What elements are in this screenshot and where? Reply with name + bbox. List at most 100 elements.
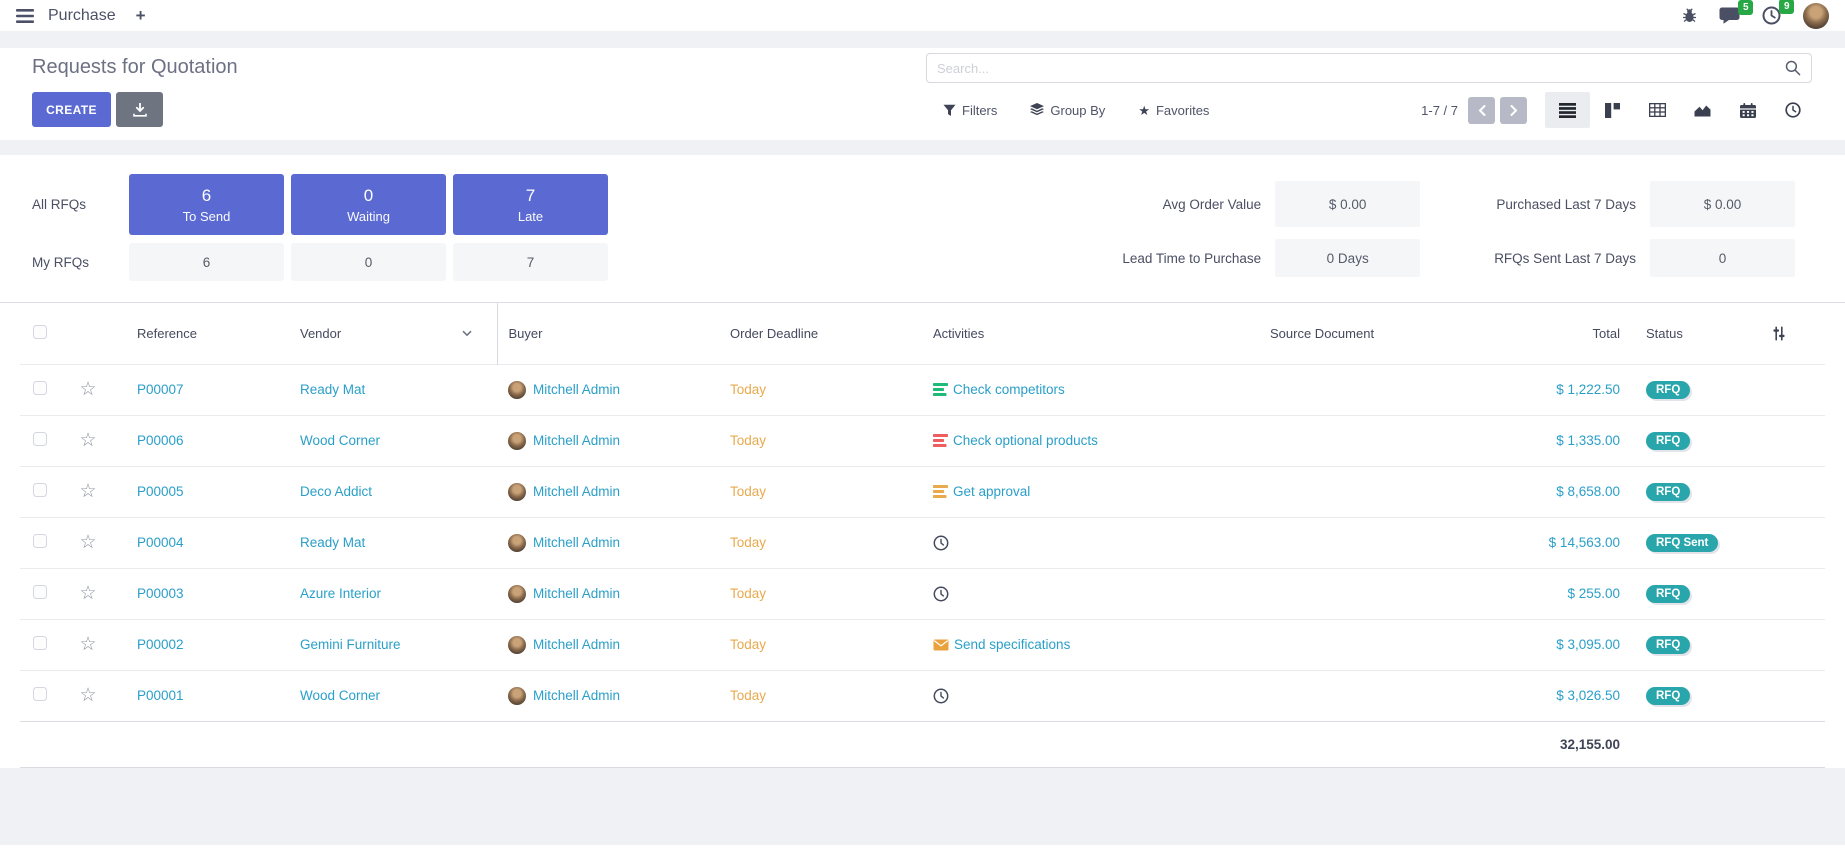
pager-next-button[interactable] [1500, 97, 1527, 124]
row-checkbox[interactable] [33, 483, 47, 497]
row-checkbox[interactable] [33, 636, 47, 650]
table-row[interactable]: ☆ P00004 Ready Mat Mitchell Admin Today … [20, 517, 1825, 568]
pivot-view-button[interactable] [1635, 92, 1680, 128]
select-all-checkbox[interactable] [33, 325, 47, 339]
table-row[interactable]: ☆ P00005 Deco Addict Mitchell Admin Toda… [20, 466, 1825, 517]
row-checkbox[interactable] [33, 687, 47, 701]
export-button[interactable] [116, 92, 163, 127]
favorites-menu[interactable]: ★ Favorites [1138, 103, 1209, 118]
table-row[interactable]: ☆ P00001 Wood Corner Mitchell Admin Toda… [20, 670, 1825, 721]
cell-vendor[interactable]: Gemini Furniture [290, 619, 497, 670]
header-order-deadline[interactable]: Order Deadline [720, 303, 925, 364]
cell-activity[interactable]: Get approval [953, 484, 1030, 499]
cell-total[interactable]: $ 14,563.00 [1470, 517, 1632, 568]
my-rfqs-filter[interactable]: My RFQs [32, 255, 129, 270]
favorite-star-icon[interactable]: ☆ [79, 532, 96, 553]
cell-vendor[interactable]: Azure Interior [290, 568, 497, 619]
cell-activity[interactable]: Check optional products [953, 433, 1098, 448]
calendar-view-button[interactable] [1725, 92, 1770, 128]
activity-view-button[interactable] [1770, 92, 1815, 128]
cell-vendor[interactable]: Wood Corner [290, 415, 497, 466]
list-view-button[interactable] [1545, 92, 1590, 128]
search-icon[interactable] [1785, 60, 1801, 76]
cell-vendor[interactable]: Deco Addict [290, 466, 497, 517]
messages-icon[interactable]: 5 [1719, 7, 1740, 24]
create-button[interactable]: CREATE [32, 92, 111, 127]
cell-buyer[interactable]: Mitchell Admin [533, 382, 620, 397]
cell-total[interactable]: $ 1,222.50 [1470, 364, 1632, 415]
cell-buyer[interactable]: Mitchell Admin [533, 586, 620, 601]
cell-total[interactable]: $ 3,026.50 [1470, 670, 1632, 721]
cell-order-deadline[interactable]: Today [720, 466, 925, 517]
kanban-view-button[interactable] [1590, 92, 1635, 128]
cell-activity[interactable]: Send specifications [954, 637, 1070, 652]
schedule-activity-clock-icon[interactable] [933, 535, 949, 551]
activities-clock-icon[interactable]: 9 [1762, 6, 1781, 25]
my-waiting-count[interactable]: 0 [291, 243, 446, 281]
optional-columns-button[interactable] [1772, 303, 1825, 364]
cell-order-deadline[interactable]: Today [720, 517, 925, 568]
cell-reference[interactable]: P00007 [118, 364, 290, 415]
to-send-card[interactable]: 6 To Send [129, 174, 284, 235]
search-input[interactable] [937, 61, 1785, 76]
header-source-document[interactable]: Source Document [1255, 303, 1470, 364]
all-rfqs-filter[interactable]: All RFQs [32, 197, 129, 212]
favorite-star-icon[interactable]: ☆ [79, 634, 96, 655]
cell-order-deadline[interactable]: Today [720, 619, 925, 670]
group-by-menu[interactable]: Group By [1030, 103, 1105, 118]
cell-vendor[interactable]: Ready Mat [290, 364, 497, 415]
cell-total[interactable]: $ 255.00 [1470, 568, 1632, 619]
header-activities[interactable]: Activities [925, 303, 1255, 364]
schedule-activity-clock-icon[interactable] [933, 586, 949, 602]
cell-reference[interactable]: P00002 [118, 619, 290, 670]
favorite-star-icon[interactable]: ☆ [79, 379, 96, 400]
app-name[interactable]: Purchase [48, 7, 116, 25]
cell-buyer[interactable]: Mitchell Admin [533, 535, 620, 550]
menu-icon[interactable] [16, 9, 34, 23]
header-reference[interactable]: Reference [118, 303, 290, 364]
row-checkbox[interactable] [33, 585, 47, 599]
cell-total[interactable]: $ 1,335.00 [1470, 415, 1632, 466]
cell-total[interactable]: $ 3,095.00 [1470, 619, 1632, 670]
cell-buyer[interactable]: Mitchell Admin [533, 637, 620, 652]
row-checkbox[interactable] [33, 534, 47, 548]
header-total[interactable]: Total [1470, 303, 1632, 364]
cell-reference[interactable]: P00003 [118, 568, 290, 619]
graph-view-button[interactable] [1680, 92, 1725, 128]
favorite-star-icon[interactable]: ☆ [79, 430, 96, 451]
cell-vendor[interactable]: Ready Mat [290, 517, 497, 568]
cell-order-deadline[interactable]: Today [720, 568, 925, 619]
cell-order-deadline[interactable]: Today [720, 670, 925, 721]
new-tab-plus-button[interactable]: + [136, 6, 146, 26]
table-row[interactable]: ☆ P00007 Ready Mat Mitchell Admin Today … [20, 364, 1825, 415]
cell-reference[interactable]: P00001 [118, 670, 290, 721]
favorite-star-icon[interactable]: ☆ [79, 583, 96, 604]
table-row[interactable]: ☆ P00002 Gemini Furniture Mitchell Admin… [20, 619, 1825, 670]
header-status[interactable]: Status [1632, 303, 1772, 364]
favorite-star-icon[interactable]: ☆ [79, 481, 96, 502]
table-row[interactable]: ☆ P00003 Azure Interior Mitchell Admin T… [20, 568, 1825, 619]
schedule-activity-clock-icon[interactable] [933, 688, 949, 704]
waiting-card[interactable]: 0 Waiting [291, 174, 446, 235]
user-avatar[interactable] [1803, 3, 1829, 29]
cell-vendor[interactable]: Wood Corner [290, 670, 497, 721]
cell-order-deadline[interactable]: Today [720, 415, 925, 466]
filters-menu[interactable]: Filters [943, 103, 997, 118]
row-checkbox[interactable] [33, 381, 47, 395]
table-row[interactable]: ☆ P00006 Wood Corner Mitchell Admin Toda… [20, 415, 1825, 466]
cell-order-deadline[interactable]: Today [720, 364, 925, 415]
header-vendor[interactable]: Vendor [290, 303, 497, 364]
cell-activity[interactable]: Check competitors [953, 382, 1065, 397]
cell-buyer[interactable]: Mitchell Admin [533, 484, 620, 499]
cell-total[interactable]: $ 8,658.00 [1470, 466, 1632, 517]
my-late-count[interactable]: 7 [453, 243, 608, 281]
favorite-star-icon[interactable]: ☆ [79, 685, 96, 706]
cell-reference[interactable]: P00006 [118, 415, 290, 466]
header-buyer[interactable]: Buyer [497, 303, 720, 364]
pager-previous-button[interactable] [1468, 97, 1495, 124]
my-to-send-count[interactable]: 6 [129, 243, 284, 281]
cell-buyer[interactable]: Mitchell Admin [533, 433, 620, 448]
cell-buyer[interactable]: Mitchell Admin [533, 688, 620, 703]
debug-bug-icon[interactable] [1682, 8, 1697, 23]
cell-reference[interactable]: P00004 [118, 517, 290, 568]
